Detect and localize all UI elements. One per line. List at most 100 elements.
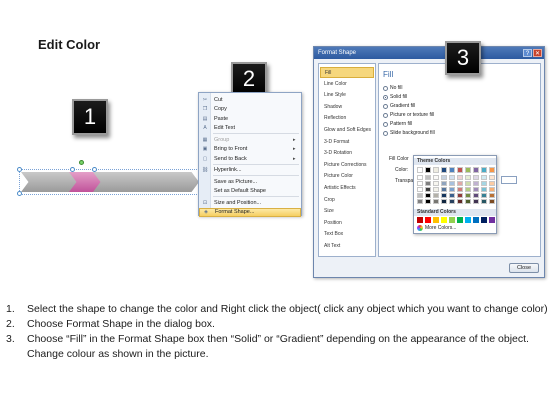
color-swatch[interactable]: [433, 199, 439, 204]
color-swatch[interactable]: [449, 175, 455, 180]
fill-option-no-fill[interactable]: No fill: [383, 84, 403, 92]
radio-button[interactable]: [383, 94, 388, 100]
radio-button[interactable]: [383, 103, 388, 109]
color-swatch[interactable]: [465, 167, 471, 173]
close-button[interactable]: Close: [509, 263, 539, 273]
color-swatch[interactable]: [465, 181, 471, 186]
standard-color-swatch[interactable]: [449, 217, 455, 223]
color-swatch[interactable]: [481, 181, 487, 186]
fill-option-gradient-fill[interactable]: Gradient fill: [383, 102, 415, 110]
color-swatch[interactable]: [441, 193, 447, 198]
color-swatch[interactable]: [489, 199, 495, 204]
color-swatch[interactable]: [457, 181, 463, 186]
close-icon[interactable]: ✕: [533, 49, 542, 57]
color-swatch[interactable]: [417, 167, 423, 173]
color-swatch[interactable]: [489, 175, 495, 180]
menu-item-copy[interactable]: ❐ Copy: [199, 105, 301, 114]
menu-item-hyperlink[interactable]: ⛓ Hyperlink...: [199, 166, 301, 175]
color-swatch[interactable]: [473, 199, 479, 204]
color-swatch[interactable]: [465, 175, 471, 180]
menu-item-group[interactable]: ▦ Group ▸: [199, 135, 301, 144]
color-swatch[interactable]: [425, 167, 431, 173]
color-swatch[interactable]: [457, 199, 463, 204]
nav-item-3-d-format[interactable]: 3-D Format: [320, 137, 374, 148]
color-swatch[interactable]: [465, 199, 471, 204]
fill-option-picture-or-texture-fill[interactable]: Picture or texture fill: [383, 111, 434, 119]
nav-item-line-style[interactable]: Line Style: [320, 90, 374, 101]
nav-item-crop[interactable]: Crop: [320, 195, 374, 206]
color-swatch[interactable]: [425, 199, 431, 204]
color-swatch[interactable]: [457, 193, 463, 198]
resize-handle[interactable]: [70, 167, 75, 172]
standard-color-swatch[interactable]: [473, 217, 479, 223]
color-swatch[interactable]: [473, 167, 479, 173]
menu-item-bring-to-front[interactable]: ▣ Bring to Front ▸: [199, 145, 301, 154]
radio-button[interactable]: [383, 130, 388, 136]
menu-item-paste[interactable]: ▤ Paste: [199, 114, 301, 123]
transparency-input[interactable]: [501, 176, 517, 184]
color-swatch[interactable]: [449, 199, 455, 204]
radio-button[interactable]: [383, 85, 388, 91]
color-swatch[interactable]: [425, 181, 431, 186]
radio-button[interactable]: [383, 121, 388, 127]
color-swatch[interactable]: [457, 167, 463, 173]
standard-color-swatch[interactable]: [433, 217, 439, 223]
nav-item-alt-text[interactable]: Alt Text: [320, 241, 374, 252]
nav-item-text-box[interactable]: Text Box: [320, 229, 374, 240]
color-swatch[interactable]: [441, 187, 447, 192]
nav-item-picture-color[interactable]: Picture Color: [320, 171, 374, 182]
color-swatch[interactable]: [473, 175, 479, 180]
color-swatch[interactable]: [473, 193, 479, 198]
standard-color-swatch[interactable]: [481, 217, 487, 223]
standard-color-swatch[interactable]: [425, 217, 431, 223]
color-swatch[interactable]: [433, 193, 439, 198]
more-colors-option[interactable]: More Colors...: [417, 225, 456, 231]
nav-item-reflection[interactable]: Reflection: [320, 113, 374, 124]
color-swatch[interactable]: [441, 181, 447, 186]
color-swatch[interactable]: [489, 187, 495, 192]
color-swatch[interactable]: [489, 193, 495, 198]
color-swatch[interactable]: [433, 187, 439, 192]
menu-item-set-as-default-shape[interactable]: Set as Default Shape: [199, 187, 301, 196]
help-button[interactable]: ?: [523, 49, 532, 57]
color-swatch[interactable]: [425, 193, 431, 198]
resize-handle[interactable]: [92, 167, 97, 172]
color-swatch[interactable]: [433, 167, 439, 173]
standard-color-swatch[interactable]: [457, 217, 463, 223]
color-swatch[interactable]: [449, 167, 455, 173]
color-swatch[interactable]: [441, 199, 447, 204]
color-swatch[interactable]: [465, 187, 471, 192]
nav-item-fill[interactable]: Fill: [320, 67, 374, 78]
nav-item-picture-corrections[interactable]: Picture Corrections: [320, 160, 374, 171]
color-swatch[interactable]: [417, 181, 423, 186]
color-swatch[interactable]: [417, 199, 423, 204]
nav-item-shadow[interactable]: Shadow: [320, 102, 374, 113]
color-swatch[interactable]: [481, 199, 487, 204]
standard-color-swatch[interactable]: [441, 217, 447, 223]
color-swatch[interactable]: [441, 167, 447, 173]
resize-handle[interactable]: [17, 167, 22, 172]
color-swatch[interactable]: [489, 181, 495, 186]
fill-option-slide-background-fill[interactable]: Slide background fill: [383, 129, 435, 137]
nav-item-3-d-rotation[interactable]: 3-D Rotation: [320, 148, 374, 159]
standard-color-swatch[interactable]: [489, 217, 495, 223]
nav-item-line-color[interactable]: Line Color: [320, 79, 374, 90]
color-swatch[interactable]: [417, 193, 423, 198]
nav-item-position[interactable]: Position: [320, 218, 374, 229]
menu-item-save-as-picture[interactable]: Save as Picture...: [199, 177, 301, 186]
fill-option-solid-fill[interactable]: Solid fill: [383, 93, 407, 101]
color-swatch[interactable]: [425, 187, 431, 192]
standard-color-swatch[interactable]: [465, 217, 471, 223]
color-swatch[interactable]: [489, 167, 495, 173]
color-swatch[interactable]: [481, 175, 487, 180]
menu-item-format-shape[interactable]: ◈ Format Shape...: [199, 207, 301, 217]
color-swatch[interactable]: [473, 181, 479, 186]
menu-item-send-to-back[interactable]: ▢ Send to Back ▸: [199, 154, 301, 163]
color-swatch[interactable]: [433, 175, 439, 180]
menu-item-edit-text[interactable]: A Edit Text: [199, 124, 301, 133]
color-swatch[interactable]: [481, 193, 487, 198]
resize-handle[interactable]: [17, 191, 22, 196]
standard-color-swatch[interactable]: [417, 217, 423, 223]
color-swatch[interactable]: [481, 167, 487, 173]
nav-item-artistic-effects[interactable]: Artistic Effects: [320, 183, 374, 194]
